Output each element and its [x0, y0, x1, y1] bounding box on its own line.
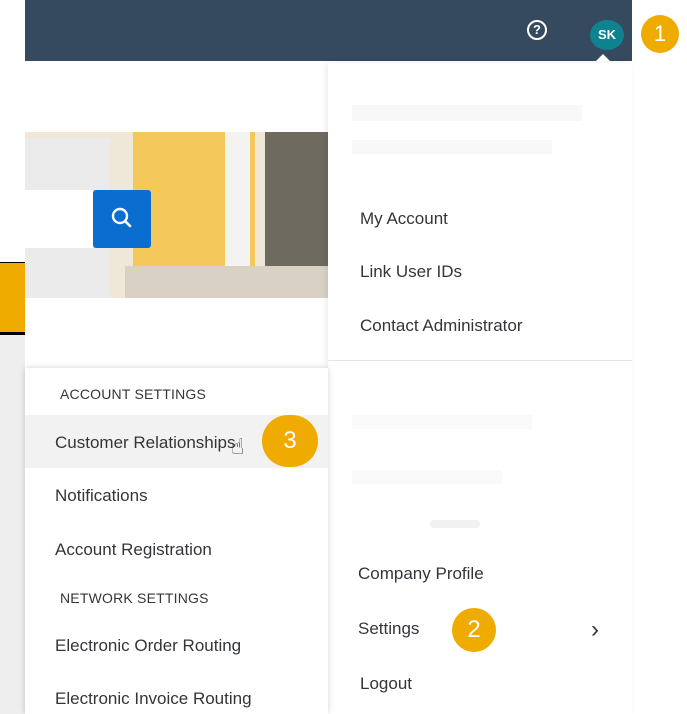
popover-caret	[594, 54, 612, 63]
hand-pointer-icon: ☝	[231, 434, 245, 459]
search-icon	[111, 207, 132, 228]
submenu-item-electronic-invoice-routing[interactable]: Electronic Invoice Routing	[55, 689, 252, 709]
search-area-top	[25, 138, 110, 190]
highlight-tab	[0, 263, 25, 333]
search-area-bottom	[25, 248, 110, 298]
step-marker-1: 1	[641, 15, 679, 53]
menu-item-contact-administrator[interactable]: Contact Administrator	[360, 316, 523, 336]
side-panel	[0, 335, 25, 714]
submenu-item-account-registration[interactable]: Account Registration	[55, 540, 212, 560]
banner-desk	[125, 266, 328, 298]
step-marker-3: 3	[262, 415, 318, 467]
user-name-placeholder	[352, 105, 582, 121]
user-email-placeholder	[352, 140, 552, 154]
help-icon[interactable]: ?	[527, 20, 547, 40]
hidden-menu-item	[430, 520, 480, 528]
menu-item-company-profile[interactable]: Company Profile	[358, 564, 484, 584]
menu-item-link-user-ids[interactable]: Link User IDs	[360, 262, 462, 282]
submenu-item-customer-relationships[interactable]: Customer Relationships	[55, 433, 235, 453]
search-input[interactable]	[25, 190, 93, 248]
menu-item-logout[interactable]: Logout	[360, 674, 412, 694]
hidden-menu-item	[352, 415, 532, 429]
submenu-item-electronic-order-routing[interactable]: Electronic Order Routing	[55, 636, 241, 656]
hidden-menu-item	[352, 470, 502, 484]
user-avatar-button[interactable]: SK	[590, 20, 624, 50]
section-header-account-settings: ACCOUNT SETTINGS	[60, 386, 207, 402]
menu-item-my-account[interactable]: My Account	[360, 209, 448, 229]
menu-item-settings[interactable]: Settings	[358, 619, 419, 639]
menu-divider	[328, 360, 632, 361]
submenu-item-notifications[interactable]: Notifications	[55, 486, 148, 506]
section-header-network-settings: NETWORK SETTINGS	[60, 590, 209, 606]
step-marker-2: 2	[452, 608, 496, 652]
search-button[interactable]	[93, 190, 151, 248]
chevron-right-icon: ›	[591, 616, 599, 643]
